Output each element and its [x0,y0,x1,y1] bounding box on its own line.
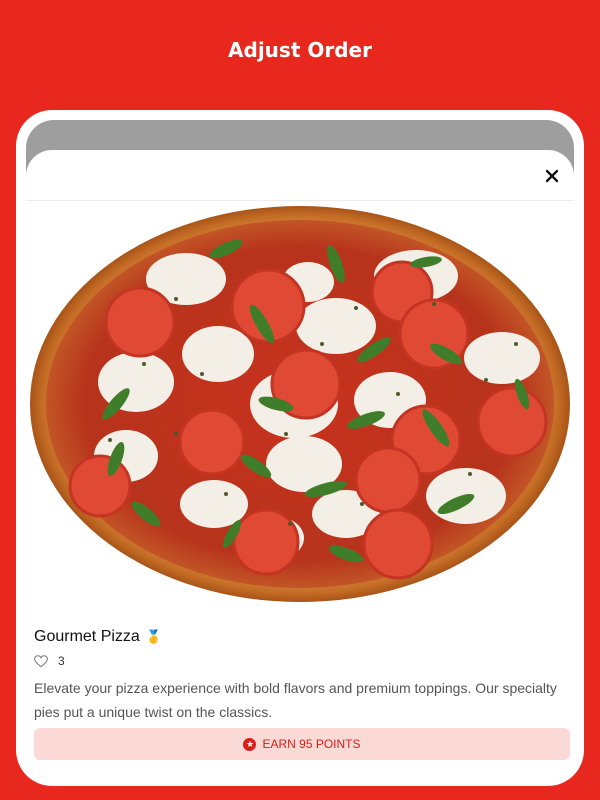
page-title: Adjust Order [228,38,372,62]
product-description: Elevate your pizza experience with bold … [34,680,557,720]
like-button[interactable] [34,654,48,668]
like-row: 3 [34,654,65,668]
product-title-row: Gourmet Pizza 🥇 [34,628,162,646]
product-card-frame: Gourmet Pizza 🥇 3 Elevate your pizza exp… [16,110,584,786]
earn-points-button[interactable]: ★ EARN 95 POINTS [34,728,570,760]
heart-outline-icon [34,654,48,667]
earn-points-label: EARN 95 POINTS [262,737,361,751]
product-name: Gourmet Pizza [34,628,140,645]
star-badge-icon: ★ [243,737,257,751]
sheet-divider [26,200,574,201]
close-icon [545,169,559,183]
product-image [26,204,574,604]
product-sheet: Gourmet Pizza 🥇 3 Elevate your pizza exp… [26,150,574,780]
like-count: 3 [58,654,65,668]
medal-icon: 🥇 [145,629,162,644]
close-button[interactable] [540,164,564,188]
